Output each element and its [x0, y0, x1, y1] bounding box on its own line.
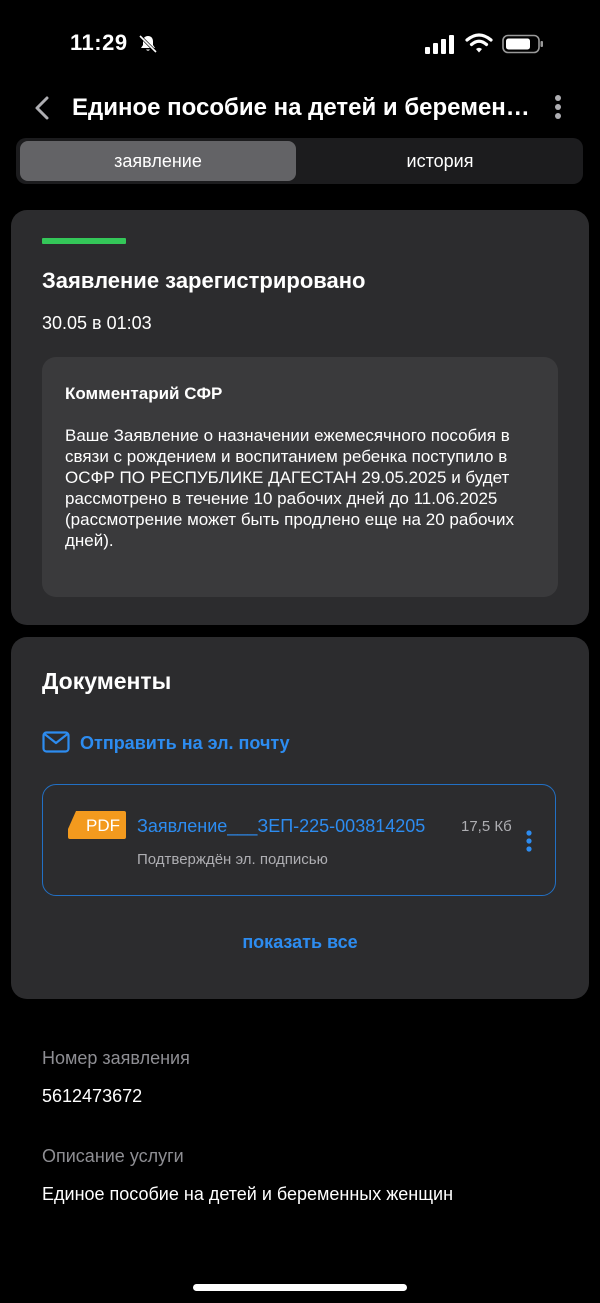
documents-title: Документы — [42, 668, 172, 694]
page-title: Единое пособие на детей и беременных жен… — [72, 94, 532, 121]
pdf-file-icon: PDF — [68, 811, 126, 839]
document-name-link[interactable]: Заявление___ЗЕП-225-003814205 — [137, 816, 425, 837]
comment-text: Ваше Заявление о назначении ежемесячного… — [65, 426, 514, 550]
service-description-label: Описание услуги — [42, 1146, 184, 1166]
status-title: Заявление зарегистрировано — [42, 268, 366, 293]
tab-history[interactable]: история — [300, 141, 580, 181]
application-number-value: 5612473672 — [42, 1086, 143, 1106]
more-vertical-icon[interactable] — [548, 92, 568, 124]
home-indicator[interactable] — [193, 1284, 407, 1291]
document-signature-status: Подтверждён эл. подписью — [137, 851, 328, 868]
status-date: 30.05 в 01:03 — [42, 313, 152, 333]
application-number-label: Номер заявления — [42, 1048, 190, 1068]
status-time: 11:29 — [70, 30, 128, 55]
svg-text:PDF: PDF — [86, 816, 120, 835]
document-item[interactable] — [42, 784, 556, 896]
back-chevron-icon[interactable] — [30, 92, 54, 124]
comment-title: Комментарий СФР — [65, 384, 223, 403]
battery-icon — [502, 34, 543, 54]
tab-application[interactable]: заявление — [20, 141, 296, 181]
send-email-link[interactable]: Отправить на эл. почту — [80, 733, 290, 754]
wifi-icon — [465, 33, 493, 53]
service-description-value: Единое пособие на детей и беременных жен… — [42, 1184, 454, 1204]
show-all-link[interactable]: показать все — [0, 932, 600, 953]
bell-muted-icon — [138, 34, 158, 54]
status-progress-bar — [42, 238, 126, 244]
document-size: 17,5 Кб — [461, 818, 512, 835]
cellular-signal-icon — [425, 35, 454, 54]
mail-icon[interactable] — [42, 731, 70, 753]
document-more-icon[interactable] — [520, 828, 538, 856]
